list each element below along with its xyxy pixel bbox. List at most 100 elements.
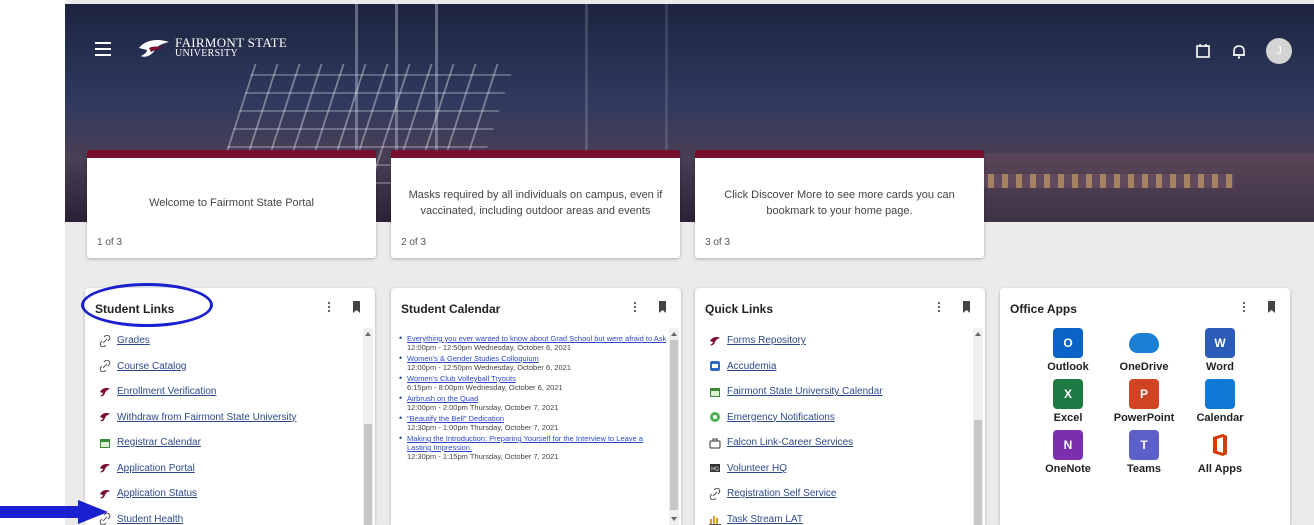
link-label[interactable]: Application Status	[117, 488, 197, 499]
link-label[interactable]: Course Catalog	[117, 361, 186, 372]
link-label[interactable]: Registrar Calendar	[117, 437, 201, 448]
event-item: "Beautify the Bell" Dedication12:30pm - …	[399, 414, 667, 432]
volunteer-icon: HQ	[710, 464, 720, 473]
falcon-logo-icon	[139, 40, 169, 57]
link-label[interactable]: Accudemia	[727, 361, 776, 372]
falcon-icon	[710, 336, 720, 346]
kebab-menu-icon[interactable]	[1240, 300, 1248, 314]
panel-title: Office Apps	[1010, 302, 1077, 316]
kebab-menu-icon[interactable]	[325, 300, 333, 314]
avatar[interactable]: J	[1266, 38, 1292, 64]
event-title-link[interactable]: Women's Club Volleyball Tryouts	[407, 374, 667, 383]
bookmark-icon[interactable]	[658, 301, 667, 313]
kebab-menu-icon[interactable]	[935, 300, 943, 314]
office-app-word[interactable]: W Word	[1182, 328, 1258, 373]
event-title-link[interactable]: "Beautify the Bell" Dedication	[407, 414, 667, 423]
quick-links-list: Forms Repository Accudemia Fairmont State …	[695, 328, 971, 525]
event-item: Making the Introduction: Preparing Yours…	[399, 434, 667, 461]
link-item[interactable]: Fairmont State University Calendar	[695, 379, 971, 405]
card-page-indicator: 1 of 3	[97, 237, 123, 248]
all-apps-icon	[1205, 430, 1235, 460]
link-label[interactable]: Student Health	[117, 514, 183, 525]
announcement-card-3[interactable]: Click Discover More to see more cards yo…	[695, 150, 984, 258]
falcon-icon	[100, 387, 110, 397]
link-item[interactable]: HQ Volunteer HQ	[695, 456, 971, 482]
card-page-indicator: 3 of 3	[705, 237, 731, 248]
alert-icon	[710, 412, 720, 423]
portal: FAIRMONT STATE UNIVERSITY J Welcome to F…	[65, 0, 1314, 525]
menu-icon[interactable]	[95, 42, 111, 56]
event-item: Airbrush on the Quad12:00pm - 2:00pm Thu…	[399, 394, 667, 412]
link-label[interactable]: Enrollment Verification	[117, 386, 217, 397]
link-label[interactable]: Application Portal	[117, 463, 195, 474]
office-app-calendar[interactable]: Calendar	[1182, 379, 1258, 424]
link-label[interactable]: Fairmont State University Calendar	[727, 386, 883, 397]
link-label[interactable]: Grades	[117, 335, 150, 346]
link-item[interactable]: Course Catalog	[85, 354, 361, 380]
link-label[interactable]: Falcon Link-Career Services	[727, 437, 853, 448]
event-time: 12:30pm - 1:15pm Thursday, October 7, 20…	[407, 452, 559, 461]
scrollbar[interactable]	[973, 328, 983, 525]
link-label[interactable]: Forms Repository	[727, 335, 806, 346]
link-item[interactable]: Withdraw from Fairmont State University	[85, 405, 361, 431]
announcement-text: Welcome to Fairmont State Portal	[149, 197, 314, 209]
link-label[interactable]: Registration Self Service	[727, 488, 837, 499]
office-app-outlook[interactable]: O Outlook	[1030, 328, 1106, 373]
highlight-ellipse-annotation	[81, 283, 213, 327]
office-app-onedrive[interactable]: OneDrive	[1106, 328, 1182, 373]
kebab-menu-icon[interactable]	[631, 300, 639, 314]
link-item[interactable]: Grades	[85, 328, 361, 354]
app-label: PowerPoint	[1113, 412, 1175, 424]
event-item: Women's & Gender Studies Colloquium12:00…	[399, 354, 667, 372]
bookmark-icon[interactable]	[352, 301, 361, 313]
event-title-link[interactable]: Everything you ever wanted to know about…	[407, 334, 667, 343]
office-app-powerpoint[interactable]: P PowerPoint	[1106, 379, 1182, 424]
event-title-link[interactable]: Making the Introduction: Preparing Yours…	[407, 434, 667, 452]
link-item[interactable]: Accudemia	[695, 354, 971, 380]
link-item[interactable]: Emergency Notifications	[695, 405, 971, 431]
link-item[interactable]: Falcon Link-Career Services	[695, 430, 971, 456]
event-title-link[interactable]: Airbrush on the Quad	[407, 394, 667, 403]
app-label: Excel	[1053, 412, 1083, 424]
apps-grid: O Outlook OneDrive W Word X Excel P PowerPoint Ca…	[1030, 328, 1280, 475]
event-time: 6:15pm - 8:00pm Wednesday, October 6, 20…	[407, 383, 563, 392]
bell-icon[interactable]	[1230, 42, 1248, 60]
event-title-link[interactable]: Women's & Gender Studies Colloquium	[407, 354, 667, 363]
bookmark-icon[interactable]	[1267, 301, 1276, 313]
link-item[interactable]: Student Health	[85, 507, 361, 525]
calendar-icon[interactable]	[1194, 42, 1212, 60]
announcement-card-2[interactable]: Masks required by all individuals on cam…	[391, 150, 680, 258]
link-item[interactable]: Task Stream LAT	[695, 507, 971, 525]
falcon-icon	[100, 413, 110, 422]
university-logo[interactable]: FAIRMONT STATE UNIVERSITY	[137, 36, 287, 60]
scrollbar[interactable]	[363, 328, 373, 525]
office-app-all-apps[interactable]: All Apps	[1182, 430, 1258, 475]
calendar-icon	[100, 438, 110, 448]
falcon-icon	[100, 489, 110, 499]
app-label: Word	[1206, 361, 1234, 373]
accudemia-icon	[710, 361, 720, 372]
link-label[interactable]: Withdraw from Fairmont State University	[117, 412, 297, 423]
announcement-text: Click Discover More to see more cards yo…	[724, 189, 955, 217]
link-item[interactable]: Registrar Calendar	[85, 430, 361, 456]
announcement-text: Masks required by all individuals on cam…	[408, 189, 663, 217]
link-label[interactable]: Emergency Notifications	[727, 412, 835, 423]
bookmark-icon[interactable]	[962, 301, 971, 313]
link-item[interactable]: Forms Repository	[695, 328, 971, 354]
card-page-indicator: 2 of 3	[401, 237, 427, 248]
event-time: 12:00pm - 2:00pm Thursday, October 7, 20…	[407, 403, 559, 412]
link-item[interactable]: Application Status	[85, 481, 361, 507]
office-app-teams[interactable]: T Teams	[1106, 430, 1182, 475]
link-item[interactable]: Application Portal	[85, 456, 361, 482]
link-label[interactable]: Task Stream LAT	[727, 514, 803, 525]
link-item[interactable]: Registration Self Service	[695, 481, 971, 507]
announcement-card-1[interactable]: Welcome to Fairmont State Portal 1 of 3	[87, 150, 376, 258]
link-label[interactable]: Volunteer HQ	[727, 463, 787, 474]
app-label: All Apps	[1197, 463, 1243, 475]
event-list: Everything you ever wanted to know about…	[391, 328, 667, 461]
scrollbar[interactable]	[669, 328, 679, 525]
link-item[interactable]: Enrollment Verification	[85, 379, 361, 405]
office-app-excel[interactable]: X Excel	[1030, 379, 1106, 424]
event-item: Everything you ever wanted to know about…	[399, 334, 667, 352]
office-app-onenote[interactable]: N OneNote	[1030, 430, 1106, 475]
